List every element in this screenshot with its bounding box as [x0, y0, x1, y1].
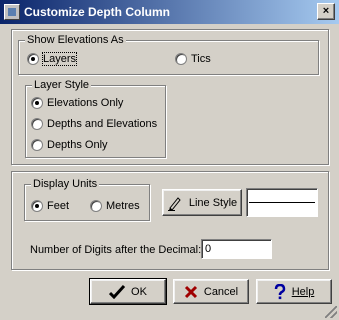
radio-tics[interactable]: Tics: [175, 51, 211, 67]
radio-indicator: [90, 200, 102, 212]
radio-tics-label: Tics: [191, 53, 211, 65]
radio-depths-only[interactable]: Depths Only: [31, 137, 108, 153]
line-style-button[interactable]: Line Style: [162, 189, 242, 216]
app-icon: [4, 4, 20, 20]
line-style-sample: [249, 202, 315, 203]
ok-label: OK: [131, 285, 147, 298]
radio-feet-label: Feet: [47, 200, 70, 212]
radio-layers-label: Layers: [41, 52, 78, 66]
radio-depths-only-label: Depths Only: [47, 139, 108, 151]
radio-indicator: [27, 53, 39, 65]
cancel-button[interactable]: Cancel: [173, 279, 249, 304]
radio-layers[interactable]: Layers: [27, 51, 78, 67]
ok-button[interactable]: OK: [89, 278, 167, 305]
radio-elevations-only-label: Elevations Only: [47, 97, 124, 109]
close-icon: ×: [322, 5, 330, 17]
radio-feet[interactable]: Feet: [31, 198, 69, 214]
question-icon: [274, 283, 285, 299]
close-button[interactable]: ×: [317, 3, 335, 20]
checkmark-icon: [109, 284, 126, 299]
show-elevations-legend: Show Elevations As: [25, 34, 126, 47]
radio-elevations-only[interactable]: Elevations Only: [31, 95, 123, 111]
x-icon: [184, 285, 197, 298]
line-style-preview[interactable]: [246, 188, 318, 217]
radio-indicator: [31, 200, 43, 212]
radio-indicator: [31, 97, 43, 109]
layer-style-legend: Layer Style: [32, 79, 92, 92]
radio-depths-and-elevations[interactable]: Depths and Elevations: [31, 116, 157, 132]
digits-input[interactable]: 0: [201, 239, 272, 259]
radio-metres-label: Metres: [106, 200, 140, 212]
display-units-legend: Display Units: [31, 178, 100, 191]
radio-metres[interactable]: Metres: [90, 198, 140, 214]
pen-icon: [167, 196, 181, 211]
help-button[interactable]: Help: [256, 279, 332, 304]
radio-indicator: [31, 139, 43, 151]
radio-indicator: [175, 53, 187, 65]
radio-depths-and-elevations-label: Depths and Elevations: [47, 118, 158, 130]
cancel-label: Cancel: [203, 285, 239, 298]
window-title: Customize Depth Column: [24, 5, 170, 19]
digits-label: Number of Digits after the Decimal:: [30, 244, 202, 256]
resize-grip[interactable]: [325, 306, 337, 318]
radio-indicator: [31, 118, 43, 130]
help-label: Help: [291, 285, 315, 298]
title-bar[interactable]: Customize Depth Column ×: [0, 0, 339, 24]
line-style-label: Line Style: [188, 196, 238, 209]
